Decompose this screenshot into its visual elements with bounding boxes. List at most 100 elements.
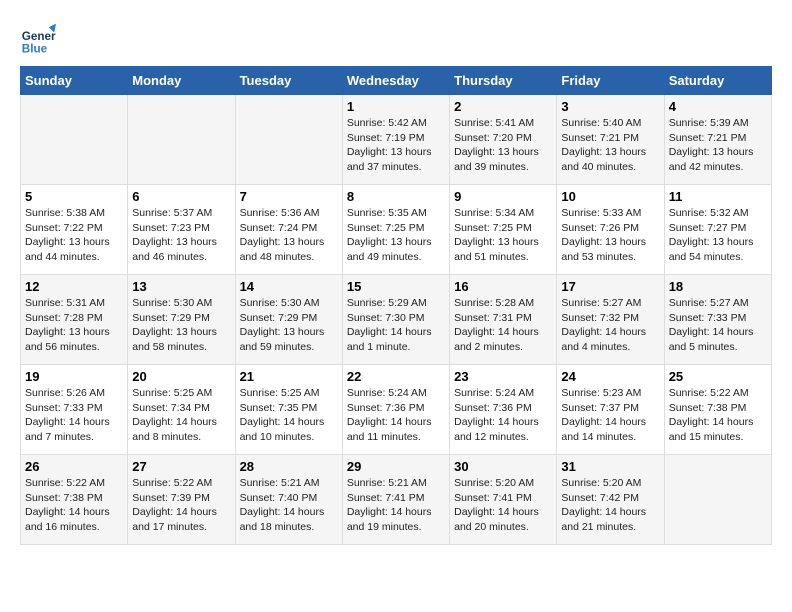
day-info: Sunrise: 5:25 AMSunset: 7:34 PMDaylight:…	[132, 386, 230, 445]
day-number: 18	[669, 279, 767, 294]
calendar-cell: 27 Sunrise: 5:22 AMSunset: 7:39 PMDayligh…	[128, 455, 235, 545]
day-info: Sunrise: 5:40 AMSunset: 7:21 PMDaylight:…	[561, 116, 659, 175]
day-info: Sunrise: 5:22 AMSunset: 7:38 PMDaylight:…	[669, 386, 767, 445]
day-info: Sunrise: 5:39 AMSunset: 7:21 PMDaylight:…	[669, 116, 767, 175]
week-row-5: 26Sunrise: 5:22 AMSunset: 7:38 PMDayligh…	[21, 455, 772, 545]
day-number: 22	[347, 369, 445, 384]
calendar-table: SundayMondayTuesdayWednesdayThursdayFrid…	[20, 66, 772, 545]
calendar-cell: 29 Sunrise: 5:21 AMSunset: 7:41 PMDayligh…	[342, 455, 449, 545]
calendar-cell	[235, 95, 342, 185]
day-info: Sunrise: 5:21 AMSunset: 7:41 PMDaylight:…	[347, 476, 445, 535]
weekday-header-row: SundayMondayTuesdayWednesdayThursdayFrid…	[21, 67, 772, 95]
day-info: Sunrise: 5:38 AMSunset: 7:22 PMDaylight:…	[25, 206, 123, 265]
calendar-cell: 14 Sunrise: 5:30 AMSunset: 7:29 PMDayligh…	[235, 275, 342, 365]
day-number: 15	[347, 279, 445, 294]
day-info: Sunrise: 5:37 AMSunset: 7:23 PMDaylight:…	[132, 206, 230, 265]
day-number: 24	[561, 369, 659, 384]
day-info: Sunrise: 5:42 AMSunset: 7:19 PMDaylight:…	[347, 116, 445, 175]
calendar-cell: 28 Sunrise: 5:21 AMSunset: 7:40 PMDayligh…	[235, 455, 342, 545]
day-info: Sunrise: 5:33 AMSunset: 7:26 PMDaylight:…	[561, 206, 659, 265]
day-info: Sunrise: 5:21 AMSunset: 7:40 PMDaylight:…	[240, 476, 338, 535]
calendar-cell: 10 Sunrise: 5:33 AMSunset: 7:26 PMDayligh…	[557, 185, 664, 275]
calendar-cell: 16 Sunrise: 5:28 AMSunset: 7:31 PMDayligh…	[450, 275, 557, 365]
calendar-cell: 2 Sunrise: 5:41 AMSunset: 7:20 PMDaylight…	[450, 95, 557, 185]
calendar-cell	[128, 95, 235, 185]
day-info: Sunrise: 5:27 AMSunset: 7:32 PMDaylight:…	[561, 296, 659, 355]
week-row-1: 1Sunrise: 5:42 AMSunset: 7:19 PMDaylight…	[21, 95, 772, 185]
calendar-cell	[21, 95, 128, 185]
calendar-cell: 23 Sunrise: 5:24 AMSunset: 7:36 PMDayligh…	[450, 365, 557, 455]
calendar-cell: 5 Sunrise: 5:38 AMSunset: 7:22 PMDaylight…	[21, 185, 128, 275]
day-number: 4	[669, 99, 767, 114]
calendar-cell: 24 Sunrise: 5:23 AMSunset: 7:37 PMDayligh…	[557, 365, 664, 455]
day-number: 11	[669, 189, 767, 204]
logo-icon: General Blue	[20, 20, 56, 56]
day-info: Sunrise: 5:22 AMSunset: 7:39 PMDaylight:…	[132, 476, 230, 535]
day-number: 3	[561, 99, 659, 114]
day-number: 26	[25, 459, 123, 474]
page-header: General Blue	[20, 20, 772, 56]
weekday-header-friday: Friday	[557, 67, 664, 95]
day-number: 19	[25, 369, 123, 384]
calendar-cell: 26Sunrise: 5:22 AMSunset: 7:38 PMDayligh…	[21, 455, 128, 545]
day-info: Sunrise: 5:24 AMSunset: 7:36 PMDaylight:…	[347, 386, 445, 445]
calendar-cell: 9Sunrise: 5:34 AMSunset: 7:25 PMDaylight…	[450, 185, 557, 275]
day-info: Sunrise: 5:20 AMSunset: 7:42 PMDaylight:…	[561, 476, 659, 535]
logo: General Blue	[20, 20, 60, 56]
calendar-cell: 20Sunrise: 5:25 AMSunset: 7:34 PMDayligh…	[128, 365, 235, 455]
day-number: 8	[347, 189, 445, 204]
calendar-cell: 1Sunrise: 5:42 AMSunset: 7:19 PMDaylight…	[342, 95, 449, 185]
calendar-cell: 8Sunrise: 5:35 AMSunset: 7:25 PMDaylight…	[342, 185, 449, 275]
day-number: 30	[454, 459, 552, 474]
calendar-cell: 21 Sunrise: 5:25 AMSunset: 7:35 PMDayligh…	[235, 365, 342, 455]
day-info: Sunrise: 5:26 AMSunset: 7:33 PMDaylight:…	[25, 386, 123, 445]
calendar-cell: 19 Sunrise: 5:26 AMSunset: 7:33 PMDayligh…	[21, 365, 128, 455]
calendar-cell: 17 Sunrise: 5:27 AMSunset: 7:32 PMDayligh…	[557, 275, 664, 365]
weekday-header-saturday: Saturday	[664, 67, 771, 95]
calendar-cell: 31 Sunrise: 5:20 AMSunset: 7:42 PMDayligh…	[557, 455, 664, 545]
day-number: 28	[240, 459, 338, 474]
day-number: 5	[25, 189, 123, 204]
day-info: Sunrise: 5:25 AMSunset: 7:35 PMDaylight:…	[240, 386, 338, 445]
weekday-header-wednesday: Wednesday	[342, 67, 449, 95]
day-info: Sunrise: 5:31 AMSunset: 7:28 PMDaylight:…	[25, 296, 123, 355]
weekday-header-monday: Monday	[128, 67, 235, 95]
day-number: 31	[561, 459, 659, 474]
calendar-cell: 4 Sunrise: 5:39 AMSunset: 7:21 PMDaylight…	[664, 95, 771, 185]
day-number: 25	[669, 369, 767, 384]
week-row-2: 5 Sunrise: 5:38 AMSunset: 7:22 PMDaylight…	[21, 185, 772, 275]
day-number: 17	[561, 279, 659, 294]
day-number: 14	[240, 279, 338, 294]
day-number: 2	[454, 99, 552, 114]
calendar-cell: 15Sunrise: 5:29 AMSunset: 7:30 PMDayligh…	[342, 275, 449, 365]
day-number: 13	[132, 279, 230, 294]
weekday-header-tuesday: Tuesday	[235, 67, 342, 95]
calendar-cell: 12Sunrise: 5:31 AMSunset: 7:28 PMDayligh…	[21, 275, 128, 365]
weekday-header-thursday: Thursday	[450, 67, 557, 95]
calendar-cell: 7Sunrise: 5:36 AMSunset: 7:24 PMDaylight…	[235, 185, 342, 275]
day-number: 10	[561, 189, 659, 204]
calendar-cell: 22 Sunrise: 5:24 AMSunset: 7:36 PMDayligh…	[342, 365, 449, 455]
day-number: 27	[132, 459, 230, 474]
day-number: 9	[454, 189, 552, 204]
day-info: Sunrise: 5:30 AMSunset: 7:29 PMDaylight:…	[240, 296, 338, 355]
day-info: Sunrise: 5:30 AMSunset: 7:29 PMDaylight:…	[132, 296, 230, 355]
calendar-cell: 18Sunrise: 5:27 AMSunset: 7:33 PMDayligh…	[664, 275, 771, 365]
day-number: 23	[454, 369, 552, 384]
calendar-cell: 3 Sunrise: 5:40 AMSunset: 7:21 PMDaylight…	[557, 95, 664, 185]
day-info: Sunrise: 5:20 AMSunset: 7:41 PMDaylight:…	[454, 476, 552, 535]
day-number: 6	[132, 189, 230, 204]
day-number: 16	[454, 279, 552, 294]
day-info: Sunrise: 5:28 AMSunset: 7:31 PMDaylight:…	[454, 296, 552, 355]
day-number: 29	[347, 459, 445, 474]
week-row-4: 19 Sunrise: 5:26 AMSunset: 7:33 PMDayligh…	[21, 365, 772, 455]
calendar-cell: 6 Sunrise: 5:37 AMSunset: 7:23 PMDaylight…	[128, 185, 235, 275]
day-info: Sunrise: 5:41 AMSunset: 7:20 PMDaylight:…	[454, 116, 552, 175]
svg-text:General: General	[22, 30, 56, 43]
day-info: Sunrise: 5:23 AMSunset: 7:37 PMDaylight:…	[561, 386, 659, 445]
calendar-cell	[664, 455, 771, 545]
day-info: Sunrise: 5:24 AMSunset: 7:36 PMDaylight:…	[454, 386, 552, 445]
calendar-cell: 30 Sunrise: 5:20 AMSunset: 7:41 PMDayligh…	[450, 455, 557, 545]
calendar-cell: 25 Sunrise: 5:22 AMSunset: 7:38 PMDayligh…	[664, 365, 771, 455]
day-number: 21	[240, 369, 338, 384]
